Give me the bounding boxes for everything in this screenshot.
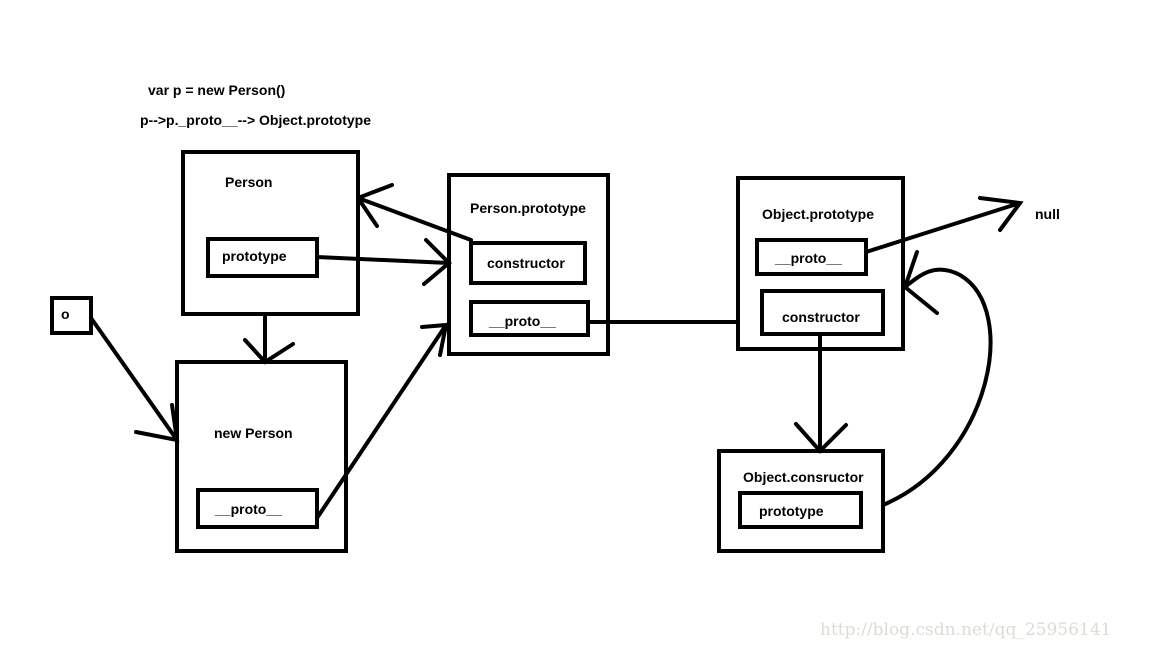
object-constructor-title: Object.consructor (743, 469, 864, 485)
arrow-object-constructor-prototype-to-object-prototype (881, 250, 993, 507)
node-o: o (50, 296, 93, 335)
object-constructor-prototype: prototype (759, 503, 824, 519)
node-person: Person prototype (181, 150, 360, 316)
person-prototype-title: Person.prototype (470, 200, 586, 216)
person-prototype-constructor: constructor (487, 255, 565, 271)
arrow-constructor-to-object-constructor (794, 332, 848, 454)
arrow-person-to-new-person (243, 312, 295, 365)
object-prototype-constructor: constructor (782, 309, 860, 325)
person-title: Person (225, 174, 272, 190)
new-person-title: new Person (214, 425, 293, 441)
node-person-prototype: Person.prototype constructor __proto__ (447, 173, 610, 356)
arrow-prototype-to-constructor (315, 238, 452, 286)
note-line2: p-->p._proto__--> Object.prototype (140, 112, 371, 128)
new-person-proto: __proto__ (214, 501, 282, 517)
person-prototype-proto: __proto__ (488, 313, 556, 329)
person-prototype-field: prototype (222, 248, 287, 264)
arrow-new-person-proto-to-person-prototype (315, 322, 449, 520)
null-label: null (1035, 206, 1060, 222)
object-prototype-title: Object.prototype (762, 206, 874, 222)
note-line1: var p = new Person() (148, 82, 285, 98)
node-new-person: new Person __proto__ (175, 360, 348, 553)
arrow-object-proto-to-null (864, 196, 1024, 254)
diagram-canvas: var p = new Person() p-->p._proto__--> O… (0, 0, 1152, 648)
node-object-constructor: Object.consructor prototype (717, 449, 885, 553)
object-prototype-proto: __proto__ (774, 250, 842, 266)
arrow-constructor-to-person (356, 183, 473, 242)
o-label: o (61, 306, 70, 322)
watermark: http://blog.csdn.net/qq_25956141 (820, 620, 1111, 640)
arrow-o-to-new-person (89, 316, 180, 443)
diagram: var p = new Person() p-->p._proto__--> O… (50, 82, 1111, 640)
node-object-prototype: Object.prototype __proto__ constructor (736, 176, 905, 351)
arrows (89, 183, 1024, 520)
